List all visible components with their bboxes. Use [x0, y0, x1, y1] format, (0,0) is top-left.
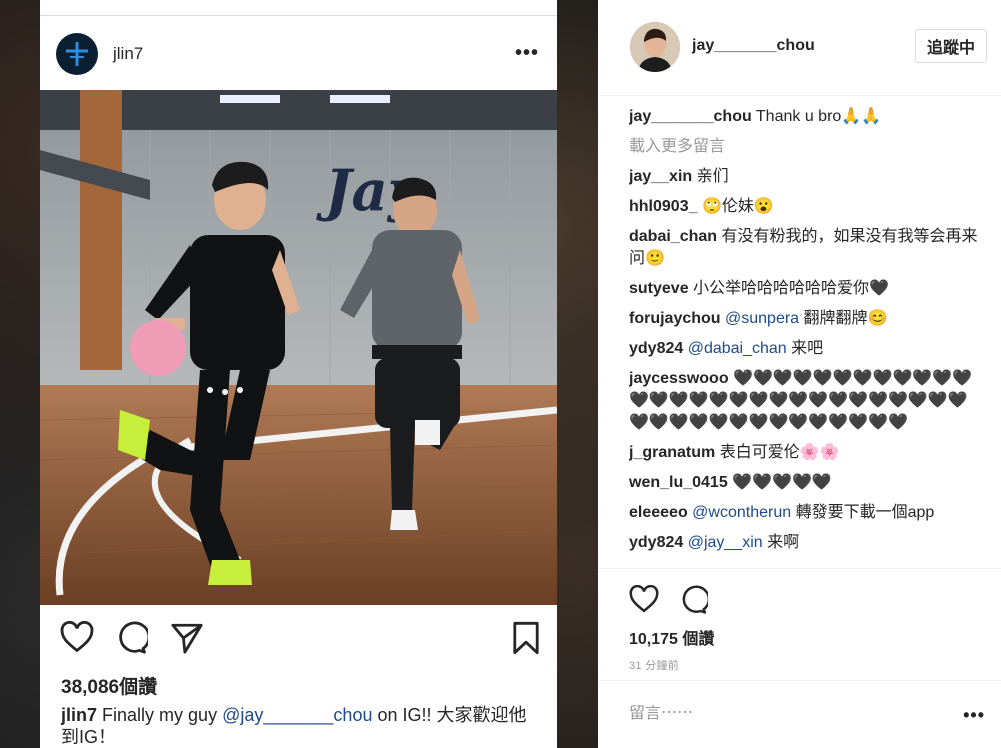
comment-mention[interactable]: @jay__xin: [688, 534, 763, 551]
post-sidebar: jay_______chou 追蹤中 jay_______chou Thank …: [598, 0, 1001, 748]
add-comment-bar: •••: [598, 680, 1001, 748]
post-photo: Jay: [40, 90, 557, 605]
comment-username[interactable]: forujaychou: [629, 310, 721, 327]
instagram-post-page: jlin7 ••• Jay 38,086個讚 jlin7 Finally my …: [0, 0, 1001, 748]
comment-item: forujaychou @sunpera 翻牌翻牌😊: [629, 308, 981, 330]
comment-text: 亲们: [696, 168, 729, 185]
comment-username[interactable]: wen_lu_0415: [629, 474, 728, 491]
basketball-scene-illustration: Jay: [40, 90, 557, 605]
comment-mention[interactable]: @wcontherun: [692, 504, 791, 521]
caption-text-before: Finally my guy: [102, 705, 223, 725]
comment-item: j_granatum 表白可爱伦🌸🌸: [629, 442, 981, 464]
following-button[interactable]: 追蹤中: [914, 29, 987, 63]
comment-username[interactable]: jay__xin: [629, 168, 692, 185]
sidebar-header: jay_______chou 追蹤中: [598, 0, 1001, 96]
comment-item: jaycesswooo 🖤🖤🖤🖤🖤🖤🖤🖤🖤🖤🖤🖤🖤🖤🖤🖤🖤🖤🖤🖤🖤🖤🖤🖤🖤🖤🖤🖤…: [629, 368, 981, 434]
phone-action-bar: [40, 612, 557, 662]
comment-username[interactable]: hhl0903_: [629, 198, 697, 215]
comment-text: 来吧: [791, 340, 824, 357]
sidebar-action-bar: 10,175 個讚 31 分鐘前: [598, 568, 1001, 680]
comment-username[interactable]: eleeeeo: [629, 504, 688, 521]
comment-item: sutyeve 小公举哈哈哈哈哈哈爱你🖤: [629, 278, 981, 300]
load-more-comments-link[interactable]: 載入更多留言: [629, 136, 981, 158]
comment-username[interactable]: dabai_chan: [629, 228, 717, 245]
comment-username[interactable]: ydy824: [629, 340, 683, 357]
comments-list: jay_______chou Thank u bro🙏🙏 載入更多留言 jay_…: [629, 106, 981, 568]
sidebar-username[interactable]: jay_______chou: [692, 37, 815, 55]
comment-item: ydy824 @dabai_chan 来吧: [629, 338, 981, 360]
avatar[interactable]: [630, 22, 680, 72]
ellipsis-icon[interactable]: •••: [963, 705, 985, 726]
send-icon[interactable]: [170, 621, 204, 660]
phone-likes-count: 38,086個讚: [61, 677, 158, 698]
comment-item: jay__xin 亲们: [629, 166, 981, 188]
comment-item: dabai_chan 有没有粉我的，如果没有我等会再来问🙂: [629, 226, 981, 270]
comment-username[interactable]: jay_______chou: [629, 108, 752, 125]
caption-username[interactable]: jlin7: [61, 705, 97, 725]
comment-item: hhl0903_ 🙄伦妹😮: [629, 196, 981, 218]
comment-username[interactable]: jaycesswooo: [629, 370, 729, 387]
brand-logo-icon: [66, 42, 88, 66]
comment-text: Thank u bro🙏🙏: [755, 108, 882, 125]
comment-text: 🙄伦妹😮: [701, 198, 774, 215]
comment-username[interactable]: sutyeve: [629, 280, 689, 297]
comment-text: 翻牌翻牌😊: [803, 310, 888, 327]
comment-mention[interactable]: @dabai_chan: [688, 340, 787, 357]
comment-item: wen_lu_0415 🖤🖤🖤🖤🖤: [629, 472, 981, 494]
comment-item: ydy824 @jay__xin 来啊: [629, 532, 981, 554]
comment-icon[interactable]: [678, 585, 711, 620]
phone-top-bar: [40, 0, 557, 16]
likes-count[interactable]: 10,175 個讚: [629, 625, 714, 649]
post-media-pane: jlin7 ••• Jay 38,086個讚 jlin7 Finally my …: [0, 0, 598, 748]
comment-mention[interactable]: @sunpera: [725, 310, 799, 327]
comment-text: 小公举哈哈哈哈哈哈爱你🖤: [693, 280, 889, 297]
comment-text: 表白可爱伦🌸🌸: [719, 444, 840, 461]
phone-post-username: jlin7: [113, 44, 144, 63]
heart-icon[interactable]: [629, 584, 659, 618]
phone-screenshot[interactable]: jlin7 ••• Jay 38,086個讚 jlin7 Finally my …: [40, 0, 557, 748]
comment-item: jay_______chou Thank u bro🙏🙏: [629, 106, 981, 128]
comment-icon[interactable]: [114, 621, 151, 660]
ellipsis-icon: •••: [514, 42, 539, 64]
phone-post-header: jlin7 •••: [40, 16, 557, 90]
heart-icon[interactable]: [60, 620, 94, 658]
post-timestamp: 31 分鐘前: [629, 660, 680, 672]
comment-username[interactable]: j_granatum: [629, 444, 715, 461]
comment-text: 轉發要下載一個app: [795, 504, 935, 521]
bookmark-icon[interactable]: [512, 621, 540, 660]
comment-username[interactable]: ydy824: [629, 534, 683, 551]
comment-input[interactable]: [629, 705, 929, 723]
phone-avatar: [56, 33, 98, 75]
comment-text: 🖤🖤🖤🖤🖤: [732, 474, 832, 491]
comment-item: eleeeeo @wcontherun 轉發要下載一個app: [629, 502, 981, 524]
caption-mention[interactable]: @jay_______chou: [222, 705, 372, 725]
phone-caption: jlin7 Finally my guy @jay_______chou on …: [61, 704, 541, 748]
comment-text: 来啊: [767, 534, 800, 551]
